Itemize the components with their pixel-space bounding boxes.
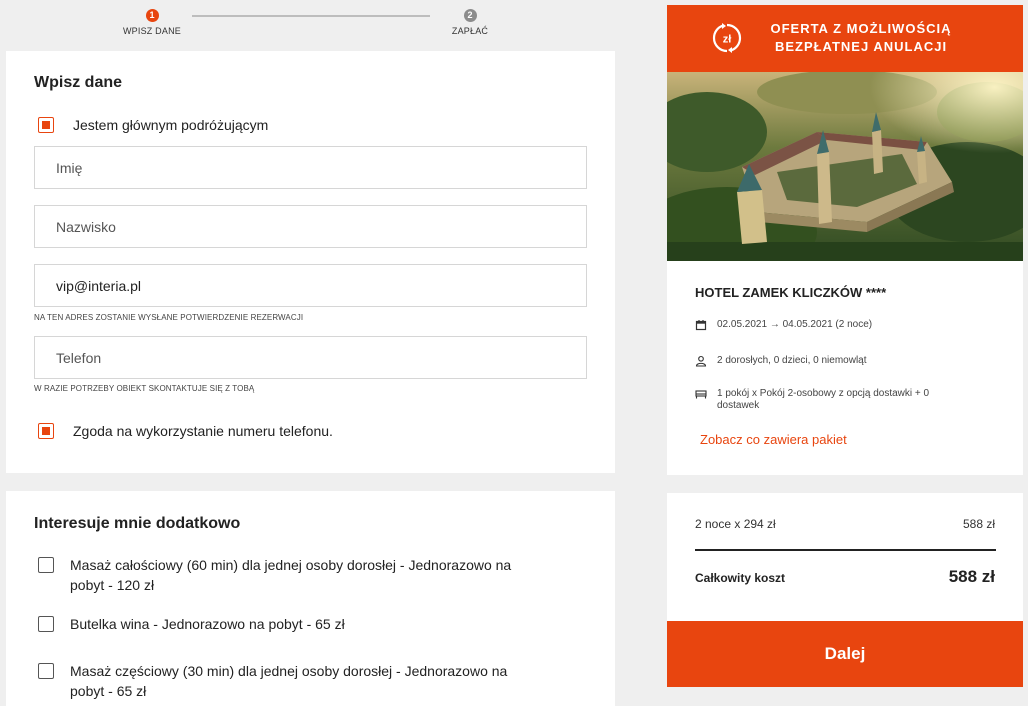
extra-option-label: Masaż częściowy (30 min) dla jednej osob…	[70, 663, 508, 699]
room-text: 1 pokój x Pokój 2-osobowy z opcją dostaw…	[717, 388, 930, 411]
extra-option-checkbox[interactable]	[38, 663, 54, 679]
hotel-photo	[667, 72, 1023, 261]
phone-hint: W RAZIE POTRZEBY OBIEKT SKONTAKTUJE SIĘ …	[34, 384, 255, 393]
calendar-icon	[695, 320, 707, 331]
extra-option-checkbox[interactable]	[38, 557, 54, 573]
extra-option-checkbox[interactable]	[38, 616, 54, 632]
last-name-input[interactable]	[35, 206, 586, 247]
bed-icon	[695, 390, 707, 399]
extra-option-label: Masaż całościowy (60 min) dla jednej oso…	[70, 557, 512, 593]
step-number: 2	[463, 9, 477, 22]
extra-option[interactable]: Masaż częściowy (30 min) dla jednej osob…	[38, 661, 540, 701]
first-name-field[interactable]	[34, 146, 587, 189]
refund-currency-icon: zł	[712, 23, 742, 53]
checkout-stepper: 1 WPISZ DANE 2 ZAPŁAĆ	[0, 0, 620, 44]
step-enter-data: 1 WPISZ DANE	[92, 9, 212, 36]
email-input[interactable]	[35, 265, 586, 306]
promo-line-1: OFERTA Z MOŻLIWOŚCIĄ	[770, 21, 952, 36]
nights-price-label: 2 noce x 294 zł	[695, 517, 776, 531]
stay-dates-text: 02.05.2021 → 04.05.2021 (2 noce)	[717, 319, 873, 330]
step-label: WPISZ DANE	[122, 26, 181, 36]
last-name-field[interactable]	[34, 205, 587, 248]
phone-consent-row[interactable]: Zgoda na wykorzystanie numeru telefonu.	[38, 421, 333, 441]
stay-dates: 02.05.2021 → 04.05.2021 (2 noce)	[695, 319, 957, 331]
step-label: ZAPŁAĆ	[451, 26, 489, 36]
total-cost-label: Całkowity koszt	[695, 571, 786, 585]
room-info: 1 pokój x Pokój 2-osobowy z opcją dostaw…	[695, 388, 957, 412]
person-icon	[695, 355, 707, 367]
phone-consent-checkbox[interactable]	[38, 423, 54, 439]
currency-symbol: zł	[723, 34, 732, 46]
price-divider	[695, 549, 996, 551]
nights-price-row: 2 noce x 294 zł 588 zł	[695, 517, 995, 531]
stepper-line	[192, 15, 430, 17]
promo-text: OFERTA Z MOŻLIWOŚCIĄ BEZPŁATNEJ ANULACJI	[761, 20, 961, 56]
guest-details-card: Wpisz dane Jestem głównym podróżującym N…	[6, 51, 615, 473]
main-traveler-checkbox[interactable]	[38, 117, 54, 133]
section-title: Wpisz dane	[34, 74, 123, 91]
first-name-input[interactable]	[35, 147, 586, 188]
phone-input[interactable]	[35, 337, 586, 378]
total-cost-value: 588 zł	[948, 567, 995, 586]
extra-option-label: Butelka wina - Jednorazowo na pobyt - 65…	[70, 616, 345, 632]
extra-option[interactable]: Butelka wina - Jednorazowo na pobyt - 65…	[38, 614, 540, 634]
free-cancellation-banner: zł OFERTA Z MOŻLIWOŚCIĄ BEZPŁATNEJ ANULA…	[667, 5, 1023, 72]
package-details-link[interactable]: Zobacz co zawiera pakiet	[700, 432, 847, 447]
price-summary-card: 2 noce x 294 zł 588 zł Całkowity koszt 5…	[667, 493, 1023, 623]
main-traveler-row[interactable]: Jestem głównym podróżującym	[38, 115, 268, 135]
phone-field[interactable]	[34, 336, 587, 379]
total-price-row: Całkowity koszt 588 zł	[695, 567, 995, 587]
next-button[interactable]: Dalej	[667, 621, 1023, 687]
email-field[interactable]	[34, 264, 587, 307]
extra-option[interactable]: Masaż całościowy (60 min) dla jednej oso…	[38, 555, 540, 595]
email-hint: NA TEN ADRES ZOSTANIE WYSŁANE POTWIERDZE…	[34, 313, 304, 322]
promo-line-2: BEZPŁATNEJ ANULACJI	[774, 39, 948, 54]
nights-price-value: 588 zł	[962, 517, 995, 531]
guests-text: 2 dorosłych, 0 dzieci, 0 niemowląt	[717, 355, 867, 366]
step-number: 1	[145, 9, 159, 22]
step-pay: 2 ZAPŁAĆ	[410, 9, 530, 36]
hotel-name: HOTEL ZAMEK KLICZKÓW ****	[695, 285, 887, 300]
extras-card: Interesuje mnie dodatkowo Masaż całościo…	[6, 491, 615, 706]
section-title: Interesuje mnie dodatkowo	[34, 515, 241, 532]
main-traveler-label: Jestem głównym podróżującym	[73, 117, 269, 133]
hotel-summary-card: HOTEL ZAMEK KLICZKÓW **** 02.05.2021 → 0…	[667, 261, 1023, 475]
phone-consent-label: Zgoda na wykorzystanie numeru telefonu.	[73, 423, 333, 439]
guests-info: 2 dorosłych, 0 dzieci, 0 niemowląt	[695, 355, 957, 367]
